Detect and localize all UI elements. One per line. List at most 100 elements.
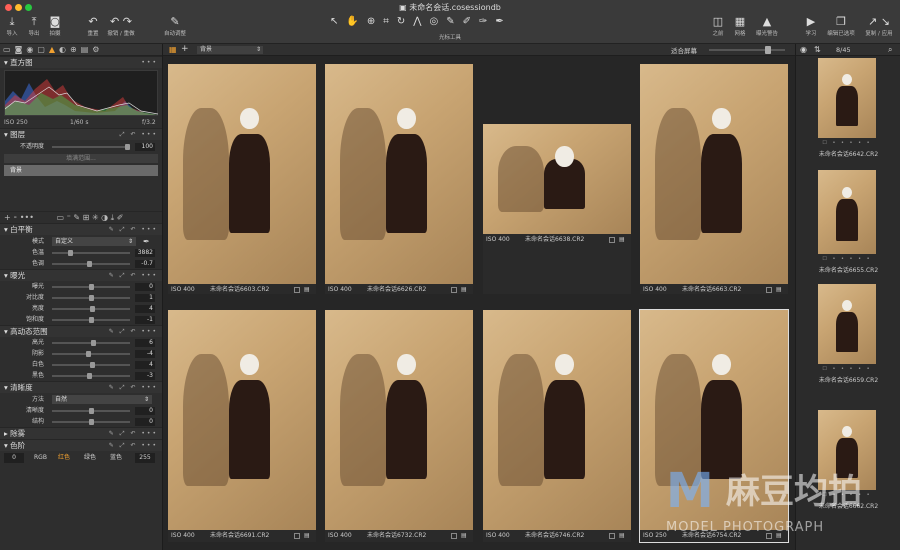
wb-tools-icon[interactable]: ✎ ⤢ ↶ ••• bbox=[109, 224, 158, 236]
gradient-cursor-icon[interactable]: ✑ bbox=[479, 16, 495, 27]
slider-value[interactable]: -1 bbox=[135, 316, 155, 324]
edit-selected-button[interactable]: ❐ 编辑已选项 bbox=[823, 15, 859, 37]
keystone-cursor-icon[interactable]: ⋀ bbox=[413, 16, 429, 27]
exposure-tools-icon[interactable]: ✎ ⤢ ↶ ••• bbox=[109, 270, 158, 282]
opacity-knob[interactable] bbox=[125, 144, 130, 150]
thumbnail-checkbox[interactable] bbox=[451, 287, 457, 293]
slider-track[interactable] bbox=[52, 250, 130, 256]
details-tab-icon[interactable]: ⊕ bbox=[70, 45, 81, 54]
cursor-tools[interactable]: ↖✋⊕⌗↻⋀◎✎✐✑✒ bbox=[330, 16, 570, 28]
slider-knob[interactable] bbox=[91, 340, 97, 346]
select-cursor-icon[interactable]: ↖ bbox=[330, 16, 346, 27]
slider-track[interactable] bbox=[52, 408, 130, 414]
thumbnail-menu-icon[interactable]: ▤ bbox=[776, 285, 782, 295]
thumbnail[interactable]: ISO 400 未命名会话6603.CR2 ▤ bbox=[168, 64, 316, 294]
thumbnail-checkbox[interactable] bbox=[609, 533, 615, 539]
filmstrip-rating-dots[interactable]: ☐ • • • • • bbox=[818, 140, 876, 146]
exposure-header[interactable]: ▾ 曝光 ✎ ⤢ ↶ ••• bbox=[0, 269, 162, 281]
thumbnail-menu-icon[interactable]: ▤ bbox=[304, 285, 310, 295]
layer-more-icon[interactable]: ••• bbox=[20, 213, 34, 222]
slider-knob[interactable] bbox=[88, 408, 94, 414]
grid-button[interactable]: ▦ 网格 bbox=[730, 15, 750, 37]
add-layer-icon[interactable]: + bbox=[4, 213, 11, 222]
thumbnail-menu-icon[interactable]: ▤ bbox=[461, 285, 467, 295]
composition-tab-icon[interactable]: ▢ bbox=[37, 45, 49, 54]
slider-knob[interactable] bbox=[89, 306, 95, 312]
slider-track[interactable] bbox=[52, 340, 130, 346]
thumbnail[interactable]: ISO 400 未命名会话6732.CR2 ▤ bbox=[325, 310, 473, 542]
slider-track[interactable] bbox=[52, 362, 130, 368]
filmstrip-image[interactable] bbox=[818, 284, 876, 364]
layer-item-background[interactable]: 背景 bbox=[4, 165, 158, 176]
filmstrip-rating-dots[interactable]: ☐ • • • • • bbox=[818, 256, 876, 262]
thumbnail-image[interactable] bbox=[640, 64, 788, 284]
search-icon[interactable]: ⌕ bbox=[888, 44, 892, 56]
eraser-cursor-icon[interactable]: ✐ bbox=[463, 16, 479, 27]
clarity-method-select[interactable]: 自然 ⇕ bbox=[52, 395, 152, 404]
eye-icon[interactable]: ◉ bbox=[800, 44, 807, 56]
levels-tab-rgb[interactable]: RGB bbox=[34, 453, 47, 463]
thumbnail[interactable]: ISO 400 未命名会话6638.CR2 ▤ bbox=[483, 124, 631, 294]
exposure-tab-icon[interactable]: ▲ bbox=[49, 45, 59, 54]
thumbnail-menu-icon[interactable]: ▤ bbox=[461, 531, 467, 541]
thumbnail-image[interactable] bbox=[483, 310, 631, 530]
thumbnail-menu-icon[interactable]: ▤ bbox=[619, 235, 625, 245]
levels-tab-blue[interactable]: 蓝色 bbox=[110, 453, 122, 463]
filmstrip-rating-dots[interactable]: ☐ • • • • • bbox=[818, 366, 876, 372]
filmstrip-item[interactable]: ☐ • • • • • 未命名会话6655.CR2 bbox=[796, 170, 900, 276]
levels-tab-red[interactable]: 红色 bbox=[58, 453, 70, 463]
levels-high-value[interactable]: 255 bbox=[135, 453, 155, 463]
sort-icon[interactable]: ⇅ bbox=[814, 44, 821, 56]
thumbnail-image[interactable] bbox=[168, 64, 316, 284]
exposure-warning-button[interactable]: ▲ 曝光警告 bbox=[753, 15, 781, 37]
before-button[interactable]: ◫ 之前 bbox=[708, 15, 728, 37]
thumbnail-checkbox[interactable] bbox=[766, 287, 772, 293]
slider-value[interactable]: -4 bbox=[135, 350, 155, 358]
slider-knob[interactable] bbox=[88, 317, 94, 323]
histogram-header[interactable]: ▾ 直方图 ••• bbox=[0, 56, 162, 68]
remove-layer-icon[interactable]: ⁃ bbox=[13, 213, 17, 222]
slider-value[interactable]: 4 bbox=[135, 361, 155, 369]
slider-track[interactable] bbox=[52, 419, 130, 425]
slider-knob[interactable] bbox=[89, 362, 95, 368]
hdr-header[interactable]: ▾ 高动态范围 ✎ ⤢ ↶ ••• bbox=[0, 325, 162, 337]
picker-cursor-icon[interactable]: ✒ bbox=[495, 16, 511, 27]
loupe-cursor-icon[interactable]: ⊕ bbox=[367, 16, 383, 27]
copy-apply-button[interactable]: ↗ ↘ 复制 / 应用 bbox=[860, 15, 898, 37]
reset-button[interactable]: ↶ 重置 bbox=[82, 15, 104, 37]
slider-track[interactable] bbox=[52, 306, 130, 312]
white-balance-header[interactable]: ▾ 白平衡 ✎ ⤢ ↶ ••• bbox=[0, 223, 162, 235]
layer-tools-icon[interactable]: ⤢ ↶ ••• bbox=[120, 129, 158, 141]
slider-track[interactable] bbox=[52, 284, 130, 290]
opacity-value[interactable]: 100 bbox=[135, 143, 155, 151]
thumbnail[interactable]: ISO 400 未命名会话6663.CR2 ▤ bbox=[640, 64, 788, 294]
filmstrip-image[interactable] bbox=[818, 170, 876, 254]
mask-tools-icon[interactable]: ▭ ⁼ ✎ ⊞ ✳ ◑ ⤓ ✐ bbox=[57, 213, 124, 222]
wb-picker-icon[interactable]: ✒ bbox=[143, 237, 150, 247]
slider-value[interactable]: 4 bbox=[135, 305, 155, 313]
thumbnail-image[interactable] bbox=[325, 310, 473, 530]
capture-button[interactable]: ◙ 拍摄 bbox=[45, 15, 65, 37]
slider-knob[interactable] bbox=[87, 373, 93, 379]
slider-knob[interactable] bbox=[68, 250, 74, 256]
thumbnail-menu-icon[interactable]: ▤ bbox=[304, 531, 310, 541]
camera-tab-icon[interactable]: ◙ bbox=[15, 45, 27, 54]
dehaze-header[interactable]: ▸ 除雾 ✎ ⤢ ↶ ••• bbox=[0, 427, 162, 439]
brush-cursor-icon[interactable]: ✎ bbox=[446, 16, 462, 27]
thumbnail-menu-icon[interactable]: ▤ bbox=[619, 531, 625, 541]
thumbnail-image[interactable] bbox=[168, 310, 316, 530]
hdr-tools-icon[interactable]: ✎ ⤢ ↶ ••• bbox=[109, 326, 158, 338]
filmstrip-item[interactable]: ☐ • • • • • 未命名会话6642.CR2 bbox=[796, 58, 900, 160]
crop-cursor-icon[interactable]: ⌗ bbox=[383, 16, 397, 27]
add-variant-icon[interactable]: + bbox=[181, 44, 189, 54]
levels-header[interactable]: ▾ 色阶 ✎ ⤢ ↶ ••• bbox=[0, 439, 162, 451]
slider-track[interactable] bbox=[52, 373, 130, 379]
rotate-cursor-icon[interactable]: ↻ bbox=[397, 16, 413, 27]
lens-tab-icon[interactable]: ◉ bbox=[26, 45, 37, 54]
filmstrip-image[interactable] bbox=[818, 58, 876, 138]
wb-mode-select[interactable]: 自定义 ⇕ bbox=[52, 237, 136, 246]
more-icon[interactable]: ••• bbox=[141, 57, 158, 69]
slider-value[interactable]: 1 bbox=[135, 294, 155, 302]
zoom-knob[interactable] bbox=[765, 46, 771, 54]
slider-value[interactable]: -3 bbox=[135, 372, 155, 380]
